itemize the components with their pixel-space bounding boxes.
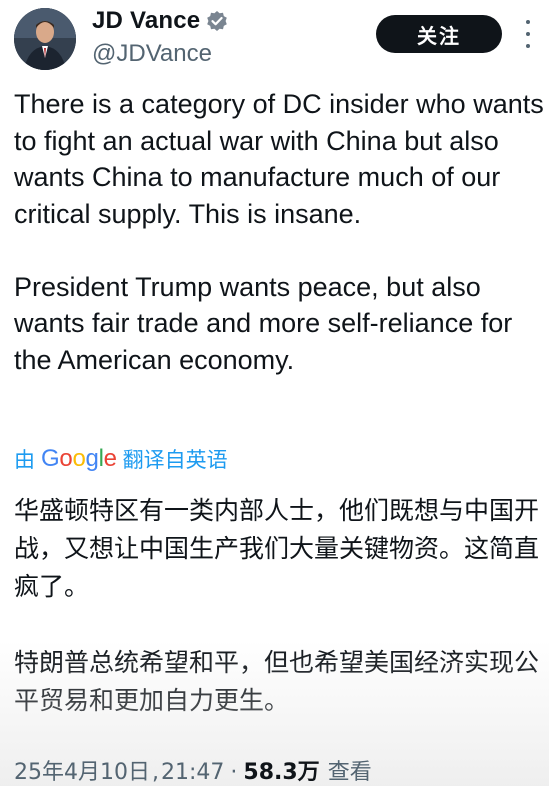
- post-text: There is a category of DC insider who wa…: [14, 89, 544, 375]
- meta-separator: ·: [230, 760, 238, 785]
- display-name[interactable]: JD Vance: [92, 7, 200, 35]
- post-header: JD Vance @JDVance 关注: [0, 0, 549, 80]
- post-meta: 25年4月10日 , 21:47 · 58.3万 查看: [14, 754, 372, 786]
- views-label[interactable]: 查看: [328, 754, 372, 786]
- post-time-separator: ,: [152, 760, 159, 785]
- profile-photo-icon: [14, 8, 76, 70]
- author-name-row[interactable]: JD Vance: [92, 7, 228, 35]
- follow-button[interactable]: 关注: [376, 15, 502, 53]
- translation-prefix: 由: [14, 448, 35, 472]
- post-time[interactable]: 21:47: [161, 760, 224, 785]
- translation-suffix: 翻译自英语: [122, 448, 228, 472]
- more-vertical-icon[interactable]: [520, 20, 536, 48]
- google-logo: Google: [41, 445, 117, 472]
- author-handle[interactable]: @JDVance: [92, 40, 212, 68]
- avatar[interactable]: [14, 8, 76, 70]
- view-count: 58.3万: [243, 760, 320, 785]
- verified-badge-icon: [206, 10, 228, 32]
- translated-text: 华盛顿特区有一类内部人士，他们既想与中国开战，又想让中国生产我们大量关键物资。这…: [14, 496, 540, 715]
- translation-attribution[interactable]: 由 Google 翻译自英语: [14, 444, 228, 474]
- post-date[interactable]: 25年4月10日: [14, 754, 150, 786]
